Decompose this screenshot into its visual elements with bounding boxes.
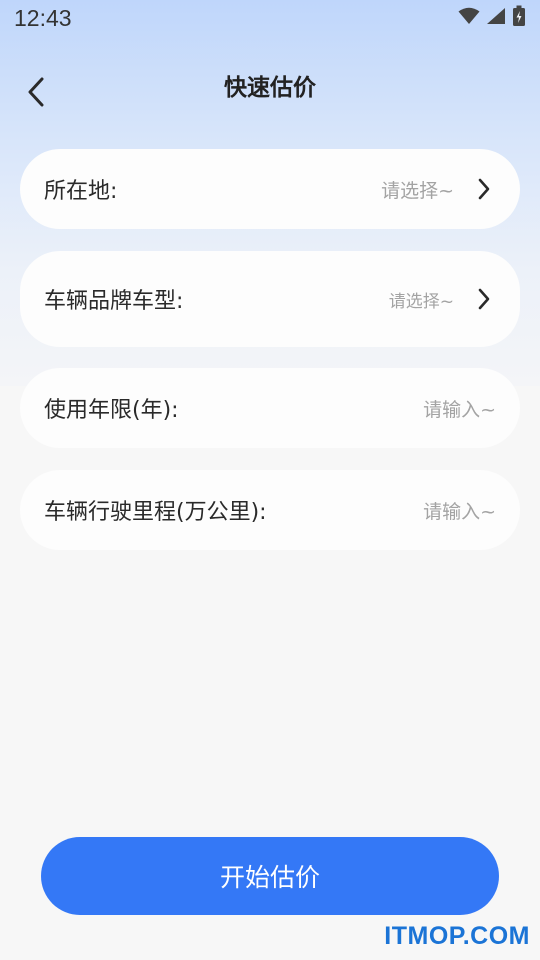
mileage-input[interactable]: 请输入~: [423, 497, 496, 524]
years-of-use-label: 使用年限(年):: [44, 398, 179, 423]
status-time: 12:43: [14, 4, 72, 31]
brand-model-field[interactable]: 车辆品牌车型: 请选择~: [20, 251, 520, 347]
status-bar: 12:43: [0, 0, 540, 36]
signal-icon: [486, 7, 506, 29]
status-icons: [458, 5, 526, 31]
location-value: 请选择~: [381, 179, 454, 202]
watermark-logo: ITMOP.COM: [384, 922, 530, 950]
app-header: 快速估价: [0, 60, 540, 110]
start-valuation-button[interactable]: 开始估价: [41, 837, 499, 915]
mileage-label: 车辆行驶里程(万公里):: [44, 500, 267, 525]
chevron-right-icon: [472, 287, 496, 311]
years-of-use-field[interactable]: 使用年限(年): 请输入~: [20, 368, 520, 448]
years-of-use-input[interactable]: 请输入~: [423, 395, 496, 422]
battery-icon: [512, 5, 526, 31]
brand-model-label: 车辆品牌车型:: [44, 289, 184, 314]
location-label: 所在地:: [44, 179, 118, 204]
chevron-right-icon: [472, 177, 496, 201]
wifi-icon: [458, 7, 480, 29]
mileage-field[interactable]: 车辆行驶里程(万公里): 请输入~: [20, 470, 520, 550]
location-field[interactable]: 所在地: 请选择~: [20, 149, 520, 229]
page-title: 快速估价: [224, 75, 316, 101]
brand-model-value: 请选择~: [388, 291, 454, 312]
